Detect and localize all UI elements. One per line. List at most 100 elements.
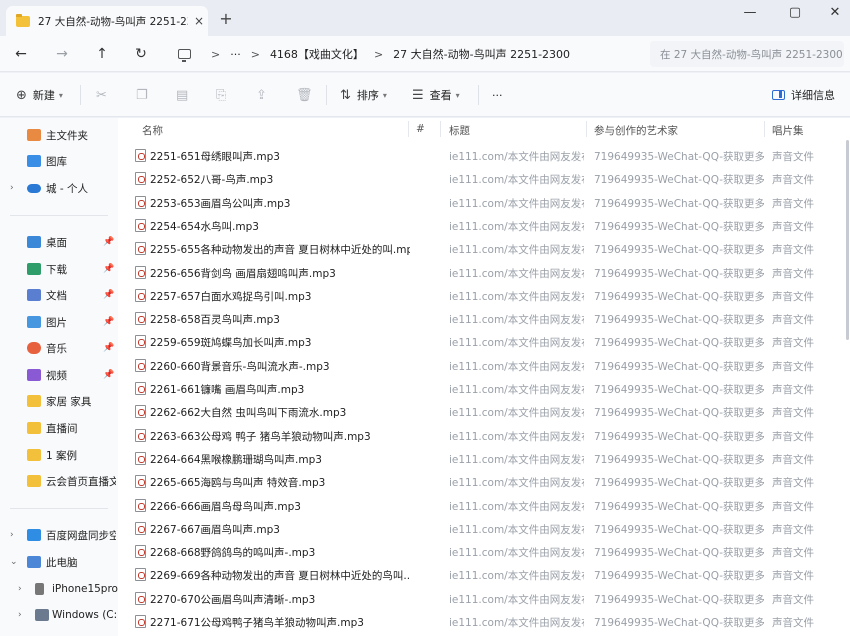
sidebar-item-documents[interactable]: 文档 📌 [0,284,118,306]
view-button[interactable]: ☰ 查看 ▾ [412,83,460,107]
file-artist: 719649935-WeChat-QQ-获取更多 [594,151,764,163]
file-artist: 719649935-WeChat-QQ-获取更多 [594,453,764,466]
file-title: ie111.com/本文件由网友发布 [449,477,584,490]
tab-current-folder[interactable]: 27 大自然-动物-鸟叫声 2251-2300 × [6,6,208,36]
table-row[interactable]: 2259-659斑鸠蝶鸟加长叫声.mp3 ie111.com/本文件由网友发布 71… [118,330,850,353]
column-header-name[interactable]: 名称 [142,123,163,138]
forward-button[interactable]: → [51,43,73,65]
pin-icon: 📌 [103,317,115,327]
table-row[interactable]: 2258-658百灵鸟叫声.mp3 ie111.com/本文件由网友发布 71964… [118,307,850,330]
sidebar-item-onedrive[interactable]: › 城 - 个人 [0,177,118,199]
paste-button[interactable]: ▤ [176,83,194,107]
sort-button[interactable]: ⇅ 排序 ▾ [340,83,387,107]
table-row[interactable]: 2271-671公母鸡鸭子猪鸟羊狼动物叫声.mp3 ie111.com/本文件由网… [118,610,850,633]
sidebar-item-desktop[interactable]: 桌面 📌 [0,231,118,253]
breadcrumb-more[interactable]: ··· [230,48,241,61]
column-header-album[interactable]: 唱片集 [772,123,804,138]
sidebar-item-drive-c[interactable]: › Windows (C:) [0,604,118,626]
sidebar-item-this-pc[interactable]: ⌄ 此电脑 [0,551,118,573]
column-header-title[interactable]: 标题 [449,123,470,138]
breadcrumb-segment-parent[interactable]: 4168【戏曲文化】 [270,46,364,62]
column-divider[interactable] [764,121,765,137]
folder-icon [27,475,41,487]
table-row[interactable]: 2256-656背剑鸟 画眉扇翅鸣叫声.mp3 ie111.com/本文件由网友发… [118,261,850,284]
table-row[interactable]: 2257-657白面水鸡捉鸟引叫.mp3 ie111.com/本文件由网友发布 71… [118,284,850,307]
table-row[interactable]: 2268-668野鸽鸽鸟的鸣叫声-.mp3 ie111.com/本文件由网友发布 7… [118,540,850,563]
column-divider[interactable] [586,121,587,137]
more-options-button[interactable]: ··· [492,83,503,107]
chevron-down-icon: ▾ [455,90,460,100]
audio-file-icon [135,288,146,302]
chevron-right-icon[interactable]: › [18,584,22,594]
sidebar-item-label: 音乐 [46,342,67,355]
file-artist: 719649935-WeChat-QQ-获取更多 [594,477,764,490]
table-row[interactable]: 2251-651母绣眼叫声.mp3 ie111.com/本文件由网友发布 71964… [118,144,850,167]
column-header-artist[interactable]: 参与创作的艺术家 [594,123,678,138]
new-button[interactable]: ⊕ 新建 ▾ [16,83,63,107]
file-album: 声音文件 [772,430,814,443]
close-tab-icon[interactable]: × [194,14,204,28]
sidebar-item-pictures[interactable]: 图片 📌 [0,311,118,333]
table-row[interactable]: 2270-670公画眉鸟叫声清晰-.mp3 ie111.com/本文件由网友发布 7… [118,587,850,610]
chevron-right-icon[interactable]: › [10,530,14,540]
table-row[interactable]: 2265-665海鸥与鸟叫声 特效音.mp3 ie111.com/本文件由网友发布… [118,470,850,493]
table-row[interactable]: 2266-666画眉鸟母鸟叫声.mp3 ie111.com/本文件由网友发布 719… [118,494,850,517]
vertical-scrollbar[interactable] [846,140,849,340]
sidebar-item-folder[interactable]: 云会首页直播文 [0,470,118,492]
delete-button[interactable]: 🗑 [296,83,319,107]
sidebar-item-iphone[interactable]: › iPhone15pro [0,578,118,600]
back-button[interactable]: ← [10,43,32,65]
sidebar-item-videos[interactable]: 视频 📌 [0,364,118,386]
table-row[interactable]: 2252-652八哥-鸟声.mp3 ie111.com/本文件由网友发布 71964… [118,167,850,190]
sidebar-item-label: 视频 [46,369,67,382]
rename-button[interactable]: ⎘ [216,83,232,107]
column-divider[interactable] [440,121,441,137]
audio-file-icon [135,149,146,162]
file-artist: 719649935-WeChat-QQ-获取更多 [594,500,764,513]
cut-button[interactable]: ✂ [96,83,113,107]
pin-icon: 📌 [103,370,115,380]
chevron-right-icon[interactable]: › [18,610,22,620]
video-icon [27,369,41,381]
breadcrumb-segment-current[interactable]: 27 大自然-动物-鸟叫声 2251-2300 [393,46,570,62]
table-row[interactable]: 2260-660背景音乐-鸟叫流水声-.mp3 ie111.com/本文件由网友发… [118,354,850,377]
share-button[interactable]: ⇪ [256,83,273,107]
sidebar-item-music[interactable]: 音乐 📌 [0,337,118,359]
maximize-button[interactable]: ▢ [780,3,810,23]
search-input[interactable]: 在 27 大自然-动物-鸟叫声 2251-2300 中搜索 [650,41,844,67]
chevron-down-icon[interactable]: ⌄ [10,557,18,567]
table-row[interactable]: 2254-654水鸟叫.mp3 ie111.com/本文件由网友发布 7196499… [118,214,850,237]
table-row[interactable]: 2262-662大自然 虫叫鸟叫下雨流水.mp3 ie111.com/本文件由网友… [118,400,850,423]
sidebar-item-gallery[interactable]: 图库 [0,150,118,172]
table-row[interactable]: 2263-663公母鸡 鸭子 猪鸟羊狼动物叫声.mp3 ie111.com/本文件… [118,424,850,447]
sidebar-item-folder[interactable]: 家居 家具 [0,390,118,412]
table-row[interactable]: 2267-667画眉鸟叫声.mp3 ie111.com/本文件由网友发布 71964… [118,517,850,540]
details-pane-button[interactable]: 详细信息 [772,83,835,107]
copy-button[interactable]: ❐ [136,83,154,107]
breadcrumb-separator: > [211,47,221,61]
table-row[interactable]: 2261-661镰嘴 画眉鸟叫声.mp3 ie111.com/本文件由网友发布 71… [118,377,850,400]
sidebar-item-netdisk[interactable]: › 百度网盘同步空 [0,524,118,546]
tab-title: 27 大自然-动物-鸟叫声 2251-2300 [38,15,188,28]
column-divider[interactable] [408,121,409,137]
new-tab-button[interactable]: + [218,9,234,28]
chevron-right-icon[interactable]: › [10,183,14,193]
table-row[interactable]: 2253-653画眉鸟公叫声.mp3 ie111.com/本文件由网友发布 7196… [118,191,850,214]
sidebar-item-folder[interactable]: 1 案例 [0,444,118,466]
close-window-button[interactable]: ✕ [820,3,850,23]
sidebar-item-folder[interactable]: 直播间 [0,417,118,439]
column-header-number[interactable]: # [416,123,425,135]
minimize-button[interactable]: — [735,3,765,23]
file-name: 2259-659斑鸠蝶鸟加长叫声.mp3 [150,337,312,350]
breadcrumb[interactable]: > ··· > 4168【戏曲文化】 > 27 大自然-动物-鸟叫声 2251-… [168,41,638,67]
table-row[interactable]: 2264-664黑喉橡鹏珊瑚鸟叫声.mp3 ie111.com/本文件由网友发布 7… [118,447,850,470]
refresh-button[interactable]: ↻ [130,43,152,65]
file-name: 2252-652八哥-鸟声.mp3 [150,174,274,187]
chevron-down-icon: ▾ [382,90,387,100]
table-row[interactable]: 2269-669各种动物发出的声音 夏日树林中近处的鸟叫... ie111.com… [118,563,850,586]
file-title: ie111.com/本文件由网友发布 [449,453,584,466]
sidebar-item-downloads[interactable]: 下载 📌 [0,258,118,280]
up-button[interactable]: ↑ [91,43,113,65]
sidebar-item-home[interactable]: 主文件夹 [0,124,118,146]
table-row[interactable]: 2255-655各种动物发出的声音 夏日树林中近处的叫.mp3 ie111.com… [118,237,850,260]
